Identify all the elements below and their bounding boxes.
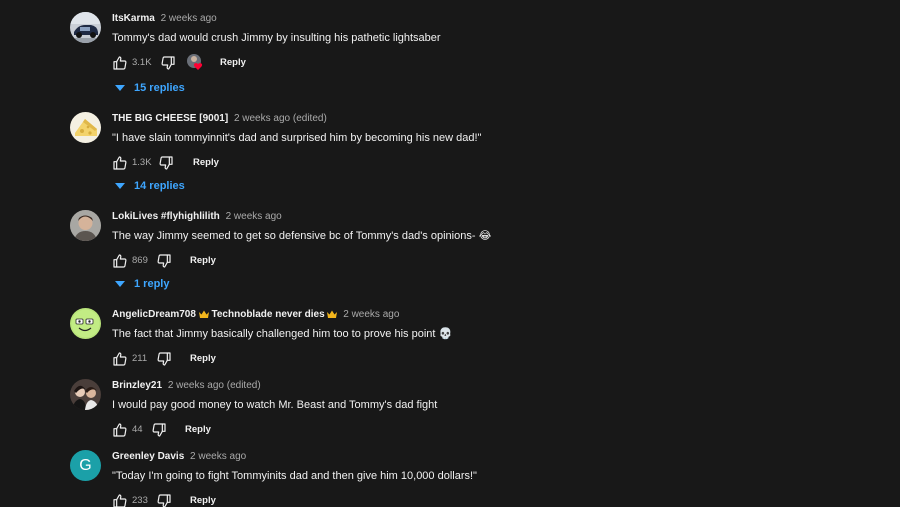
like-count: 1.3K xyxy=(132,157,152,168)
cheese-avatar[interactable] xyxy=(70,112,101,143)
reply-button[interactable]: Reply xyxy=(193,157,219,169)
comment-author[interactable]: Greenley Davis xyxy=(112,451,184,462)
letter-avatar[interactable]: G xyxy=(70,450,101,481)
comment-author[interactable]: Brinzley21 xyxy=(112,380,162,391)
crown-icon xyxy=(327,310,338,318)
comment-timestamp[interactable]: 2 weeks ago xyxy=(190,451,246,462)
caret-down-icon xyxy=(115,281,125,287)
like-thumb-up-icon[interactable] xyxy=(112,422,128,438)
comment-text-container: The fact that Jimmy basically challenged… xyxy=(112,327,842,341)
caret-down-icon xyxy=(115,183,125,189)
like-count: 3.1K xyxy=(132,57,152,68)
car-photo-avatar[interactable] xyxy=(70,12,101,43)
view-replies-button[interactable]: 1 reply xyxy=(115,276,169,292)
replies-count-label: 15 replies xyxy=(134,82,185,94)
comment-text-container: The way Jimmy seemed to get so defensive… xyxy=(112,229,842,243)
creator-heart-icon[interactable] xyxy=(186,53,206,71)
caret-down-icon xyxy=(115,85,125,91)
reply-button[interactable]: Reply xyxy=(190,353,216,365)
comment-text: I would pay good money to watch Mr. Beas… xyxy=(112,399,438,411)
comment-timestamp[interactable]: 2 weeks ago xyxy=(161,13,217,24)
like-count: 211 xyxy=(132,353,148,364)
comment-text: The fact that Jimmy basically challenged… xyxy=(112,328,436,340)
badge-label: Technoblade never dies xyxy=(211,309,325,320)
comment-timestamp[interactable]: 2 weeks ago xyxy=(343,309,399,320)
comment-text: The way Jimmy seemed to get so defensive… xyxy=(112,230,476,242)
crown-icon xyxy=(198,310,209,318)
comment-text: "Today I'm going to fight Tommyinits dad… xyxy=(112,470,477,482)
comment-timestamp[interactable]: 2 weeks ago (edited) xyxy=(234,113,327,124)
dislike-thumb-down-icon[interactable] xyxy=(156,253,172,269)
comment-author[interactable]: ItsKarma xyxy=(112,13,155,24)
reply-button[interactable]: Reply xyxy=(190,495,216,507)
comment-text: Tommy's dad would crush Jimmy by insulti… xyxy=(112,32,441,44)
like-thumb-up-icon[interactable] xyxy=(112,351,128,367)
laughing-emoji: 😂 xyxy=(478,229,492,242)
dislike-thumb-down-icon[interactable] xyxy=(156,493,172,507)
like-thumb-up-icon[interactable] xyxy=(112,253,128,269)
comment-action-bar: 1.3K Reply xyxy=(112,153,842,173)
reply-button[interactable]: Reply xyxy=(185,424,211,436)
comment-text: "I have slain tommyinnit's dad and surpr… xyxy=(112,132,482,144)
reply-button[interactable]: Reply xyxy=(190,255,216,267)
comment-timestamp[interactable]: 2 weeks ago (edited) xyxy=(168,380,261,391)
comment-author[interactable]: LokiLives #flyhighlilith xyxy=(112,211,220,222)
green-smiley-avatar[interactable] xyxy=(70,308,101,339)
comment-action-bar: 211 Reply xyxy=(112,349,842,369)
comment-author[interactable]: AngelicDream708 xyxy=(112,309,196,320)
dislike-thumb-down-icon[interactable] xyxy=(160,55,176,71)
dislike-thumb-down-icon[interactable] xyxy=(158,155,174,171)
like-count: 44 xyxy=(132,424,143,435)
like-thumb-up-icon[interactable] xyxy=(112,55,128,71)
two-people-photo-avatar[interactable] xyxy=(70,379,101,410)
comment-action-bar: 869 Reply xyxy=(112,251,842,271)
like-count: 869 xyxy=(132,255,148,266)
dislike-thumb-down-icon[interactable] xyxy=(156,351,172,367)
like-thumb-up-icon[interactable] xyxy=(112,155,128,171)
like-count: 233 xyxy=(132,495,148,506)
comment-action-bar: 44 Reply xyxy=(112,420,842,440)
comment-action-bar: 233 Reply xyxy=(112,491,842,507)
reply-button[interactable]: Reply xyxy=(220,57,246,69)
comment-action-bar: 3.1K Reply xyxy=(112,53,842,73)
like-thumb-up-icon[interactable] xyxy=(112,493,128,507)
comment-author[interactable]: THE BIG CHEESE [9001] xyxy=(112,113,228,124)
comment-timestamp[interactable]: 2 weeks ago xyxy=(226,211,282,222)
view-replies-button[interactable]: 15 replies xyxy=(115,80,185,96)
member-badge: Technoblade never dies xyxy=(198,309,341,320)
skull-emoji: 💀 xyxy=(438,327,453,340)
replies-count-label: 1 reply xyxy=(134,278,170,290)
comments-section: ItsKarma 2 weeks ago Tommy's dad would c… xyxy=(0,0,900,507)
view-replies-button[interactable]: 14 replies xyxy=(115,178,185,194)
person-photo-avatar[interactable] xyxy=(70,210,101,241)
dislike-thumb-down-icon[interactable] xyxy=(151,422,167,438)
replies-count-label: 14 replies xyxy=(134,180,185,192)
